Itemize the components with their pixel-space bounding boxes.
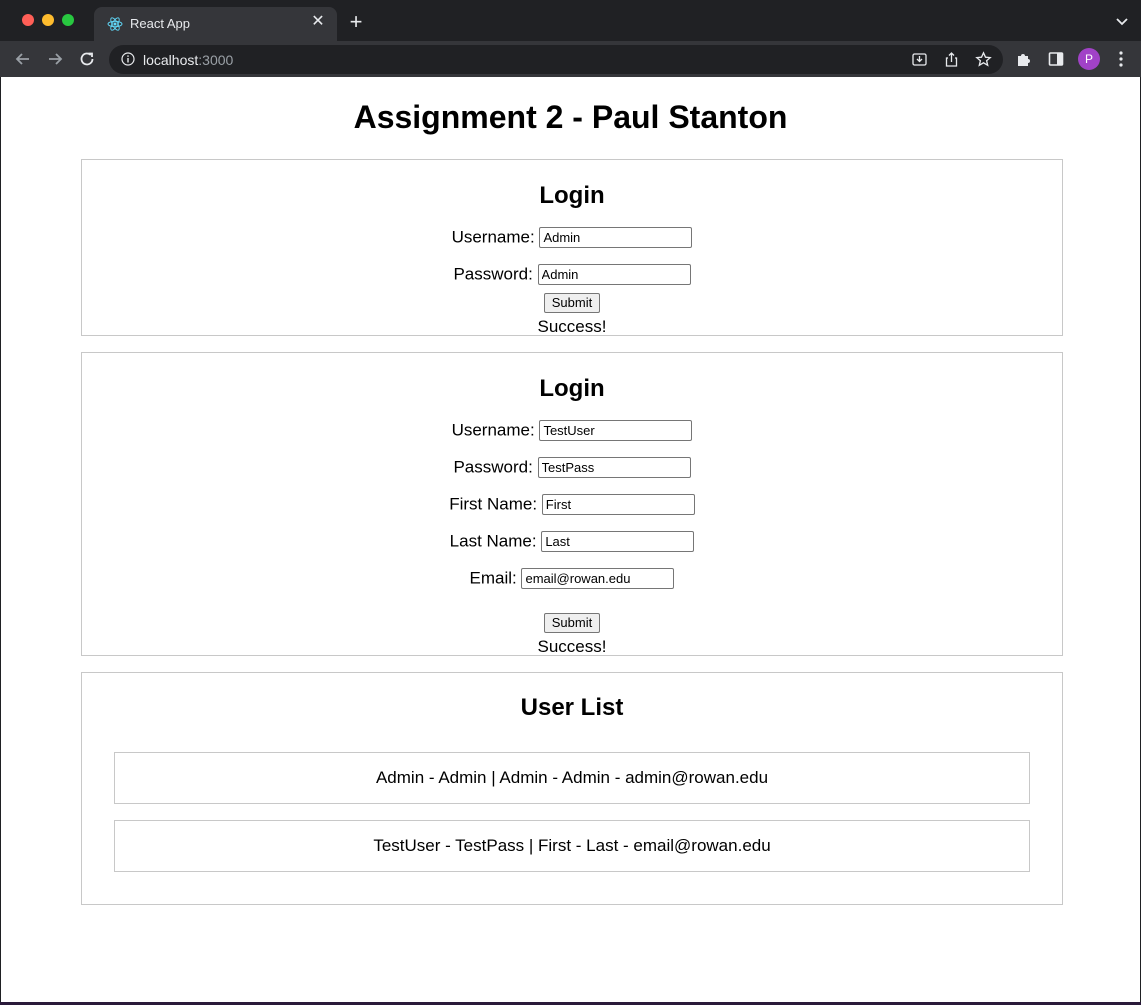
page-viewport: Assignment 2 - Paul Stanton Login Userna… — [1, 77, 1140, 1002]
register-last-name-row: Last Name: — [82, 531, 1062, 553]
back-arrow-icon[interactable] — [13, 49, 33, 69]
register-card: Login Username: Password: First Name: La… — [81, 352, 1063, 656]
login-username-row: Username: — [82, 227, 1062, 249]
login-password-row: Password: — [82, 264, 1062, 286]
url-port: :3000 — [198, 52, 234, 68]
forward-arrow-icon[interactable] — [45, 49, 65, 69]
user-list-heading: User List — [520, 694, 624, 721]
login-submit-button[interactable]: Submit — [543, 292, 601, 313]
install-app-icon[interactable] — [911, 51, 928, 68]
last-name-label: Last Name: — [449, 531, 537, 551]
user-list-item: Admin - Admin | Admin - Admin - admin@ro… — [114, 752, 1030, 804]
register-password-row: Password: — [82, 457, 1062, 479]
new-tab-icon[interactable]: + — [345, 11, 367, 33]
more-menu-icon[interactable] — [1114, 50, 1128, 68]
register-email-row: Email: — [82, 568, 1062, 590]
maximize-window-button[interactable] — [62, 14, 74, 26]
last-name-input[interactable] — [541, 531, 695, 553]
username-input[interactable] — [539, 227, 693, 249]
minimize-window-button[interactable] — [42, 14, 54, 26]
password-label: Password: — [453, 457, 533, 477]
chevron-down-icon[interactable] — [1115, 14, 1129, 28]
register-first-name-row: First Name: — [82, 494, 1062, 516]
login-status-text: Success! — [537, 317, 607, 336]
login-submit-row: Submit — [82, 292, 1062, 313]
profile-avatar[interactable]: P — [1078, 48, 1100, 70]
email-label: Email: — [469, 568, 517, 588]
info-icon[interactable] — [121, 52, 135, 66]
reload-icon[interactable] — [77, 49, 97, 69]
share-icon[interactable] — [943, 51, 960, 68]
register-status-text: Success! — [537, 637, 607, 656]
close-window-button[interactable] — [22, 14, 34, 26]
extensions-puzzle-icon[interactable] — [1015, 50, 1033, 68]
user-list-card: User List Admin - Admin | Admin - Admin … — [81, 672, 1063, 905]
password-input[interactable] — [537, 264, 691, 286]
password-input[interactable] — [537, 457, 691, 479]
register-submit-row: Submit — [82, 612, 1062, 633]
url-host: localhost — [143, 52, 199, 68]
page-title: Assignment 2 - Paul Stanton — [353, 99, 788, 135]
login-card: Login Username: Password: Submit Success… — [81, 159, 1063, 336]
username-label: Username: — [451, 420, 535, 440]
first-name-label: First Name: — [449, 494, 538, 514]
bookmark-star-icon[interactable] — [975, 51, 992, 68]
password-label: Password: — [453, 264, 533, 284]
register-heading: Login — [539, 375, 605, 402]
email-input[interactable] — [521, 568, 675, 590]
username-input[interactable] — [539, 420, 693, 442]
tab-strip: React App ✕ + — [0, 0, 1141, 41]
first-name-input[interactable] — [541, 494, 695, 516]
close-tab-icon[interactable]: ✕ — [309, 13, 327, 31]
login-heading: Login — [539, 182, 605, 209]
username-label: Username: — [451, 227, 535, 247]
register-username-row: Username: — [82, 420, 1062, 442]
browser-tab[interactable]: React App ✕ — [94, 7, 337, 41]
tab-title: React App — [130, 16, 190, 31]
address-bar[interactable]: localhost:3000 — [109, 45, 1003, 74]
browser-toolbar: localhost:3000 P — [0, 41, 1141, 77]
user-list-item: TestUser - TestPass | First - Last - ema… — [114, 820, 1030, 872]
register-submit-button[interactable]: Submit — [543, 612, 601, 633]
side-panel-icon[interactable] — [1047, 50, 1065, 68]
react-logo-icon — [107, 17, 123, 31]
url-text: localhost:3000 — [143, 52, 233, 68]
